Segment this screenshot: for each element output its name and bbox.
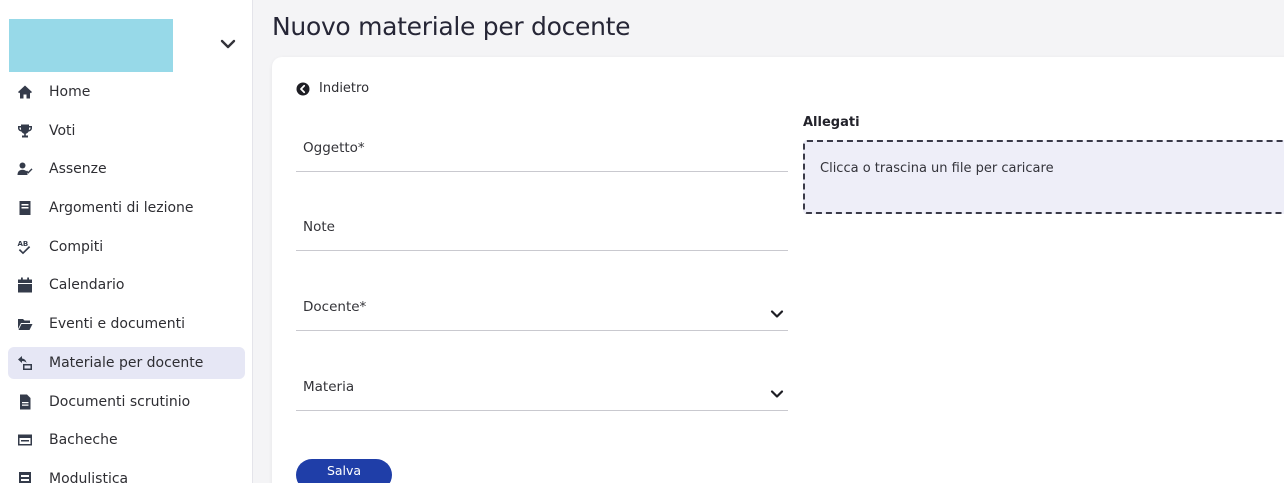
home-icon: [15, 82, 35, 102]
oggetto-field[interactable]: Oggetto*: [296, 132, 788, 172]
sidebar-item-label: Argomenti di lezione: [49, 200, 194, 217]
sidebar-item-documenti-scrutinio[interactable]: Documenti scrutinio: [8, 386, 245, 418]
sidebar-item-eventi[interactable]: Eventi e documenti: [8, 308, 245, 340]
docente-select[interactable]: Docente*: [296, 291, 788, 331]
sidebar-item-label: Modulistica: [49, 470, 129, 483]
sidebar-item-label: Eventi e documenti: [49, 316, 186, 333]
page-title: Nuovo materiale per docente: [272, 12, 631, 41]
user-check-icon: [15, 159, 35, 179]
oggetto-label: Oggetto*: [303, 140, 365, 156]
spell-check-icon: AB: [15, 237, 35, 257]
attachments-title: Allegati: [803, 115, 860, 130]
save-button[interactable]: Salva: [296, 459, 392, 483]
sidebar-item-compiti[interactable]: AB Compiti: [8, 231, 245, 263]
share-files-icon: [15, 353, 35, 373]
sidebar-item-label: Bacheche: [49, 432, 118, 449]
sidebar-item-label: Home: [49, 84, 91, 100]
materia-label: Materia: [303, 379, 355, 395]
sidebar-item-label: Voti: [49, 122, 76, 139]
sidebar-item-label: Documenti scrutinio: [49, 393, 191, 410]
docente-label: Docente*: [303, 299, 367, 315]
calendar-icon: [15, 275, 35, 295]
form-card: [272, 57, 1284, 483]
book-icon: [15, 198, 35, 218]
sidebar-item-assenze[interactable]: Assenze: [8, 153, 245, 185]
note-field[interactable]: Note: [296, 211, 788, 251]
trophy-icon: [15, 121, 35, 141]
sidebar-item-modulistica[interactable]: Modulistica: [8, 463, 245, 483]
note-label: Note: [303, 219, 335, 235]
svg-text:AB: AB: [18, 240, 29, 248]
arrow-circle-left-icon: [296, 82, 310, 95]
sidebar-nav: Home Voti Assenze Argomenti di lezione A…: [8, 76, 245, 483]
sidebar-item-label: Compiti: [49, 238, 104, 255]
chevron-down-icon[interactable]: [218, 36, 238, 52]
back-label: Indietro: [319, 81, 370, 96]
school-logo[interactable]: [9, 19, 173, 72]
sidebar-item-voti[interactable]: Voti: [8, 115, 245, 147]
dropzone-text: Clicca o trascina un file per caricare: [820, 161, 1054, 176]
back-link[interactable]: Indietro: [296, 81, 369, 96]
forms-icon: [15, 469, 35, 483]
file-dropzone[interactable]: Clicca o trascina un file per caricare: [803, 140, 1284, 214]
sidebar-item-home[interactable]: Home: [8, 76, 245, 108]
sidebar-item-bacheche[interactable]: Bacheche: [8, 424, 245, 456]
file-icon: [15, 392, 35, 412]
materia-select[interactable]: Materia: [296, 371, 788, 411]
sidebar-item-argomenti[interactable]: Argomenti di lezione: [8, 192, 245, 224]
sidebar-item-label: Calendario: [49, 277, 125, 294]
sidebar-item-label: Assenze: [49, 161, 107, 178]
sidebar: Home Voti Assenze Argomenti di lezione A…: [0, 0, 253, 483]
folder-open-icon: [15, 314, 35, 334]
chevron-down-icon: [770, 385, 784, 398]
board-icon: [15, 430, 35, 450]
sidebar-item-label: Materiale per docente: [49, 354, 204, 371]
sidebar-item-calendario[interactable]: Calendario: [8, 269, 245, 301]
chevron-down-icon: [770, 305, 784, 318]
sidebar-item-materiale-docente[interactable]: Materiale per docente: [8, 346, 245, 379]
